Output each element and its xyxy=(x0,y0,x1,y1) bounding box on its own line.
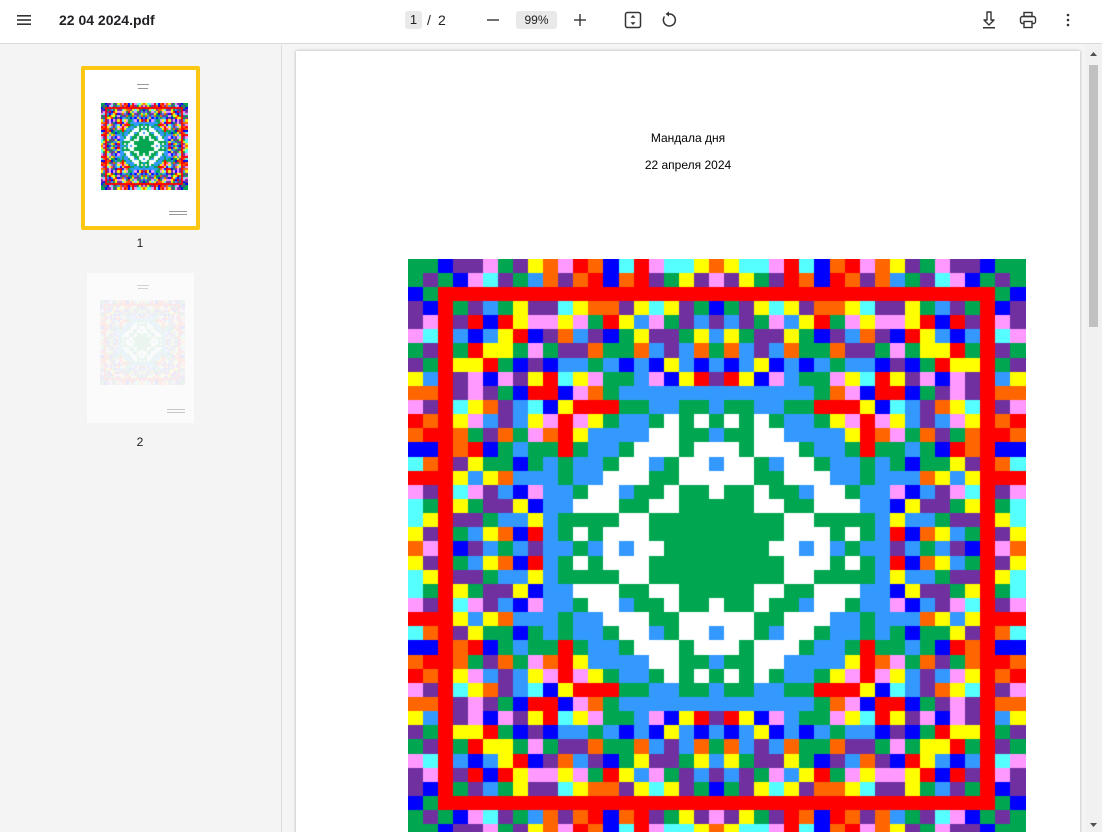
fit-page-icon[interactable] xyxy=(619,6,647,34)
total-pages: 2 xyxy=(438,12,446,28)
mandala-image xyxy=(408,259,1026,832)
thumbnail-page-2[interactable] xyxy=(87,273,194,423)
download-icon[interactable] xyxy=(975,6,1003,34)
current-page-input[interactable]: 1 xyxy=(405,11,422,29)
pdf-page: Мандала дня 22 апреля 2024 xyxy=(296,51,1080,832)
thumbnail-mandala-image xyxy=(101,103,188,190)
thumbnail-page-1[interactable] xyxy=(85,70,196,226)
document-title: Мандала дня xyxy=(650,131,726,145)
more-options-icon[interactable] xyxy=(1054,6,1082,34)
scroll-up-arrow-icon[interactable] xyxy=(1085,47,1102,63)
scroll-thumb[interactable] xyxy=(1089,65,1098,327)
zoom-input[interactable]: 99% xyxy=(516,11,557,29)
vertical-scrollbar[interactable] xyxy=(1085,45,1102,832)
thumbnail-sidebar: 1 2 xyxy=(0,45,282,832)
thumbnail-pattern-image xyxy=(100,300,185,385)
thumbnail-label-1: 1 xyxy=(136,236,144,250)
document-date: 22 апреля 2024 xyxy=(644,158,732,172)
zoom-in-icon[interactable] xyxy=(566,6,594,34)
page-separator: / xyxy=(427,12,431,28)
hamburger-menu-icon[interactable] xyxy=(10,6,38,34)
thumbnail-label-2: 2 xyxy=(136,435,144,449)
document-viewer: Мандала дня 22 апреля 2024 xyxy=(283,45,1102,832)
toolbar: 22 04 2024.pdf 1 / 2 99% xyxy=(0,0,1102,44)
print-icon[interactable] xyxy=(1014,6,1042,34)
file-name: 22 04 2024.pdf xyxy=(59,12,155,28)
rotate-icon[interactable] xyxy=(655,6,683,34)
zoom-out-icon[interactable] xyxy=(479,6,507,34)
scroll-down-arrow-icon[interactable] xyxy=(1085,816,1102,832)
